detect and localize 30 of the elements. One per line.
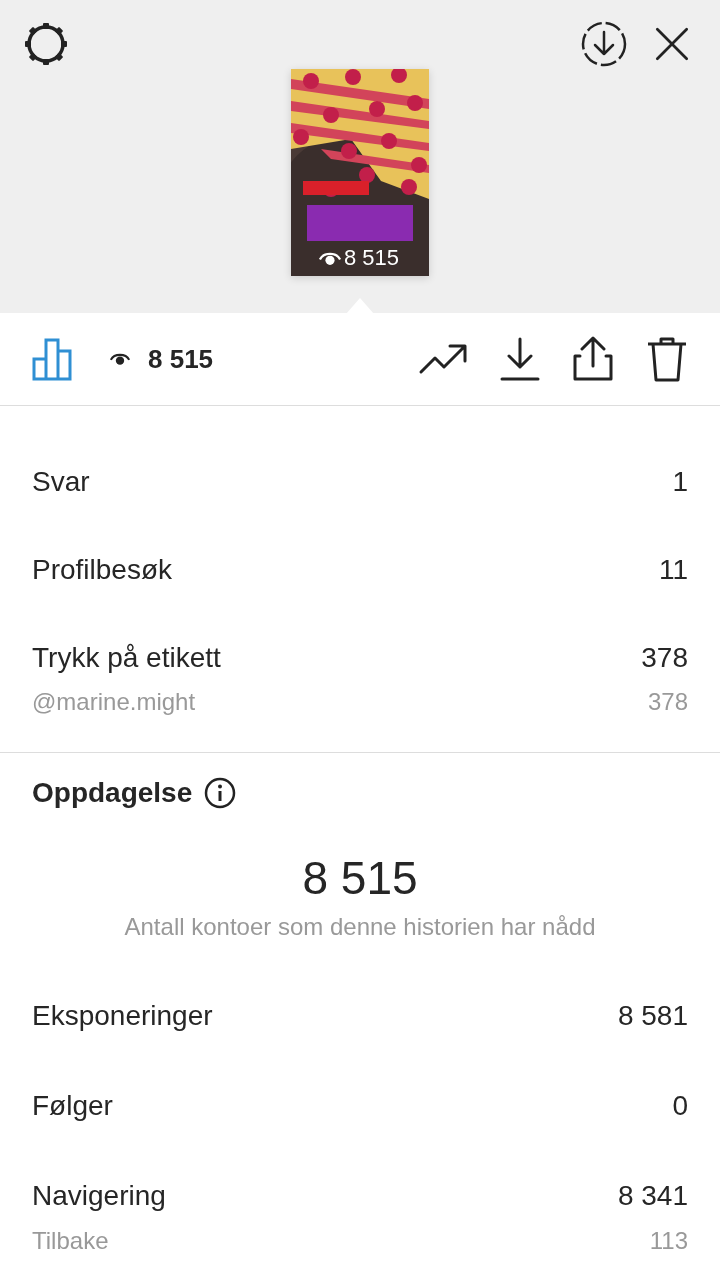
metric-label: @marine.might — [32, 688, 196, 716]
eye-icon — [110, 352, 130, 366]
metric-value: 1 — [672, 466, 688, 498]
metric-label: Trykk på etikett — [32, 642, 221, 674]
share-icon[interactable] — [572, 336, 614, 382]
metric-label: Profilbesøk — [32, 554, 173, 586]
settings-icon[interactable] — [22, 20, 70, 68]
download-icon[interactable] — [580, 20, 628, 68]
metric-value: 0 — [672, 1090, 688, 1122]
metric-value: 11 — [658, 554, 688, 586]
metric-value: 8 581 — [617, 1000, 688, 1032]
info-icon[interactable] — [204, 777, 237, 809]
metric-value: 378 — [647, 688, 688, 716]
reach-caption: Antall kontoer som denne historien har nådd — [123, 913, 597, 941]
metric-label: Navigering — [32, 1180, 166, 1212]
view-count: 8 515 — [110, 343, 214, 375]
view-count: 8 515 — [319, 245, 400, 271]
metric-label: Svar — [32, 466, 90, 498]
metric-label: Følger — [32, 1090, 113, 1122]
metric-label: Tilbake — [32, 1227, 109, 1255]
trending-icon[interactable] — [418, 342, 468, 376]
trash-icon[interactable] — [646, 336, 688, 382]
eye-icon — [319, 250, 341, 266]
reach-count: 8 515 — [301, 851, 419, 905]
section-title: Oppdagelse — [32, 777, 193, 809]
download-icon[interactable] — [500, 337, 540, 381]
metric-label: Eksponeringer — [32, 1000, 213, 1032]
metric-value: 378 — [641, 642, 688, 674]
metric-value: 113 — [649, 1227, 688, 1255]
metric-value: 8 341 — [617, 1180, 688, 1212]
